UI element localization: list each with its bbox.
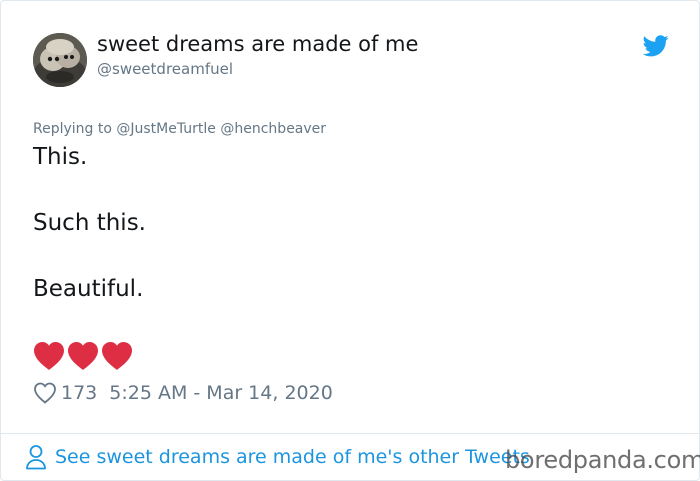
reply-prefix: Replying to	[33, 121, 112, 137]
emoji-row	[33, 341, 133, 371]
divider	[1, 433, 699, 434]
like-count[interactable]: 173	[61, 382, 97, 404]
see-other-tweets-label[interactable]: See sweet dreams are made of me's other …	[55, 446, 530, 468]
tweet-text-line: This.	[33, 144, 88, 170]
mention-link[interactable]: @JustMeTurtle	[116, 121, 216, 137]
timestamp[interactable]: 5:25 AM - Mar 14, 2020	[109, 382, 333, 404]
tweet-meta: 173 5:25 AM - Mar 14, 2020	[33, 379, 333, 407]
see-other-tweets-link[interactable]: See sweet dreams are made of me's other …	[25, 442, 530, 472]
red-heart-icon	[102, 342, 132, 370]
tweet-text-line: Such this.	[33, 210, 146, 236]
user-handle[interactable]: @sweetdreamfuel	[97, 60, 233, 78]
display-name[interactable]: sweet dreams are made of me	[97, 32, 418, 56]
tweet-card: sweet dreams are made of me @sweetdreamf…	[0, 0, 700, 481]
person-icon	[26, 445, 46, 470]
red-heart-icon	[34, 342, 64, 370]
heart-outline-icon[interactable]	[33, 382, 57, 404]
watermark: boredpanda.com	[505, 446, 700, 474]
tweet-text-line: Beautiful.	[33, 276, 144, 302]
twitter-bird-icon[interactable]	[643, 35, 669, 57]
avatar[interactable]	[33, 33, 87, 87]
red-heart-icon	[68, 342, 98, 370]
reply-context: Replying to @JustMeTurtle @henchbeaver	[33, 121, 326, 137]
mention-link[interactable]: @henchbeaver	[220, 121, 326, 137]
